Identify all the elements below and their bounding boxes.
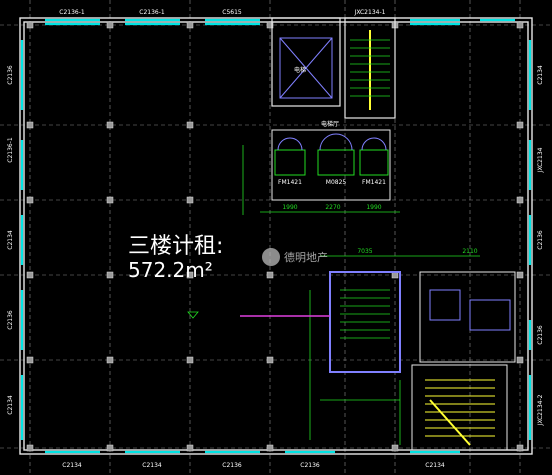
door-label: M0825 bbox=[326, 179, 347, 186]
dimension-label: 2110 bbox=[462, 248, 477, 255]
outer-walls bbox=[19, 17, 533, 455]
floor-plan-drawing: C2136-1 C2136-1 C5615 JXC2134-1 C2136 C2136-1… bbox=[0, 0, 552, 475]
dimension-lines bbox=[242, 145, 480, 445]
door-label: FM1421 bbox=[362, 179, 386, 186]
window-label-left: C2136 bbox=[7, 65, 14, 85]
window-label-right: C2134 bbox=[537, 65, 544, 85]
window-label-left: C2134 bbox=[7, 395, 14, 415]
dimension-label: 2270 bbox=[325, 204, 340, 211]
window-label-bottom: C2134 bbox=[62, 462, 82, 469]
window-label-right: JXC2134 bbox=[537, 147, 544, 173]
room-label: 电梯厅 bbox=[321, 120, 339, 128]
window-label-bottom: C2136 bbox=[222, 462, 242, 469]
level-marker bbox=[187, 311, 199, 319]
window-label-right: JXC2134-2 bbox=[537, 394, 544, 426]
columns bbox=[26, 21, 524, 452]
elevator-lobby bbox=[271, 129, 391, 201]
watermark-logo-icon bbox=[262, 248, 280, 266]
window-label-right: C2136 bbox=[537, 325, 544, 345]
dimension-label: 1990 bbox=[282, 204, 297, 211]
watermark-text: 德明地产 bbox=[284, 251, 328, 264]
window-label-left: C2136 bbox=[7, 310, 14, 330]
room-label: 电梯 bbox=[294, 66, 306, 74]
window-label-right: C2136 bbox=[537, 230, 544, 250]
elevator-core bbox=[271, 17, 341, 107]
rent-area-title: 三楼计租: bbox=[128, 234, 224, 259]
stair-core bbox=[329, 271, 516, 373]
windows bbox=[20, 18, 532, 454]
bottom-stair bbox=[411, 364, 508, 451]
window-label-top: C5615 bbox=[222, 9, 242, 16]
dimension-label: 7035 bbox=[357, 248, 372, 255]
dimension-label: 1990 bbox=[366, 204, 381, 211]
top-stair bbox=[344, 17, 396, 119]
window-label-top: C2136-1 bbox=[139, 9, 165, 16]
rent-area-value: 572.2m² bbox=[128, 258, 213, 282]
window-label-left: C2136-1 bbox=[7, 137, 14, 163]
window-label-bottom: C2134 bbox=[142, 462, 162, 469]
window-label-top: C2136-1 bbox=[59, 9, 85, 16]
watermark: 德明地产 bbox=[262, 248, 328, 266]
window-label-bottom: C2134 bbox=[425, 462, 445, 469]
window-label-bottom: C2136 bbox=[300, 462, 320, 469]
door-label: FM1421 bbox=[278, 179, 302, 186]
window-label-top: JXC2134-1 bbox=[354, 9, 386, 16]
window-label-left: C2134 bbox=[7, 230, 14, 250]
